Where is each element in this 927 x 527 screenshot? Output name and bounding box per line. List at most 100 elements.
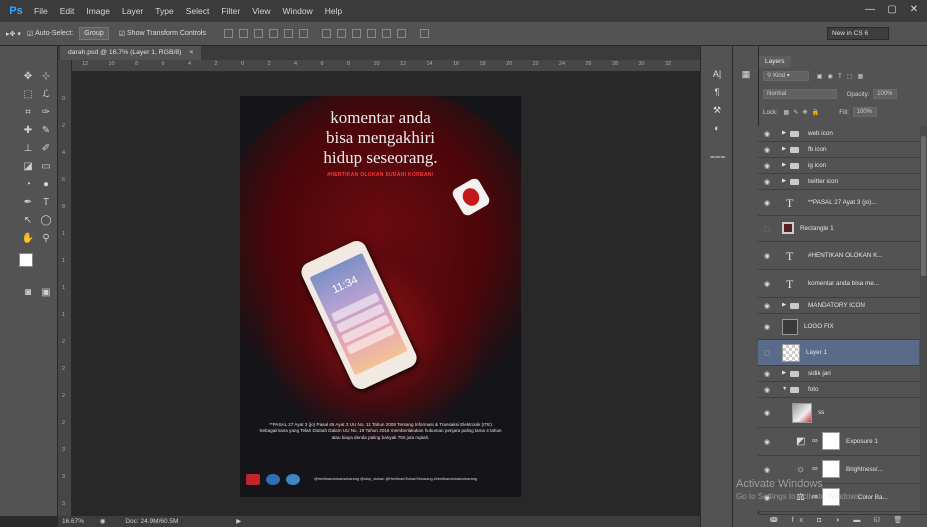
layer-row[interactable]: ◉ ▶ web icon bbox=[758, 126, 919, 142]
menu-edit[interactable]: Edit bbox=[60, 6, 75, 16]
menu-help[interactable]: Help bbox=[325, 6, 342, 16]
layer-row[interactable]: ◉ ▶ twitter icon bbox=[758, 174, 919, 190]
dodge-tool-icon[interactable]: ● bbox=[38, 178, 54, 192]
layer-row[interactable]: ◉ T komentar anda bisa me... bbox=[758, 270, 919, 298]
path-selection-tool-icon[interactable]: ↖ bbox=[20, 214, 36, 228]
layer-row[interactable]: ◉ ▶ ig icon bbox=[758, 158, 919, 174]
hand-tool-icon[interactable]: ✋ bbox=[20, 232, 36, 246]
blend-mode-dropdown[interactable]: Normal bbox=[763, 89, 837, 100]
menu-view[interactable]: View bbox=[252, 6, 270, 16]
brush-tool-icon[interactable]: ✎ bbox=[38, 124, 54, 138]
layer-row[interactable]: ◉ T **PASAL 27 Ayat 3 (jo)... bbox=[758, 190, 919, 216]
menu-image[interactable]: Image bbox=[86, 6, 110, 16]
filter-icons[interactable]: ▣◉T⬚▦ bbox=[817, 73, 869, 80]
menu-type[interactable]: Type bbox=[155, 6, 173, 16]
history-panel-icon[interactable]: ▦ bbox=[739, 68, 753, 80]
layer-row-selected[interactable]: ▢ Layer 1 bbox=[758, 340, 919, 366]
document-tab[interactable]: darah.psd @ 16.7% (Layer 1, RGB/8) × bbox=[60, 46, 202, 60]
eye-icon[interactable]: ◉ bbox=[762, 162, 772, 170]
pen-tool-icon[interactable]: ✒ bbox=[20, 196, 36, 210]
expand-arrow-icon[interactable]: ▶ bbox=[782, 162, 786, 168]
quick-mask-icon[interactable]: ◙ bbox=[20, 286, 36, 300]
layers-scrollbar[interactable] bbox=[920, 126, 927, 516]
layer-row[interactable]: ◉ ◩ ∞ Exposure 1 bbox=[758, 428, 919, 456]
collapse-arrow-icon[interactable]: ▼ bbox=[782, 386, 787, 392]
align-vcenter-icon[interactable] bbox=[239, 29, 248, 38]
filter-kind-dropdown[interactable]: ⚲ Kind ▾ bbox=[763, 71, 809, 82]
layers-footer-icons[interactable]: ↈ fx ◘ ◑ ▬ ◱ 🗑 bbox=[770, 516, 908, 525]
eye-icon[interactable]: ◉ bbox=[762, 438, 772, 446]
lock-icons[interactable]: ▦✎✥🔒 bbox=[784, 109, 824, 116]
align-hcenter-icon[interactable] bbox=[284, 29, 293, 38]
eye-icon[interactable]: ◉ bbox=[762, 386, 772, 394]
screen-mode-icon[interactable]: ▣ bbox=[38, 286, 54, 300]
zoom-tool-icon[interactable]: ⚲ bbox=[38, 232, 54, 246]
align-bottom-icon[interactable] bbox=[254, 29, 263, 38]
eye-hidden-icon[interactable]: ▢ bbox=[762, 225, 772, 233]
expand-arrow-icon[interactable]: ▶ bbox=[782, 178, 786, 184]
menu-file[interactable]: File bbox=[34, 6, 48, 16]
menu-filter[interactable]: Filter bbox=[221, 6, 240, 16]
type-tool-icon[interactable]: T bbox=[38, 196, 54, 210]
eye-icon[interactable]: ◉ bbox=[762, 323, 772, 331]
layer-row[interactable]: ▢ Rectangle 1 bbox=[758, 216, 919, 242]
gradient-tool-icon[interactable]: ▭ bbox=[38, 160, 54, 174]
character-panel-icon[interactable]: A| bbox=[710, 68, 724, 80]
blur-tool-icon[interactable]: ◔ bbox=[20, 178, 36, 192]
distribute-vcenter-icon[interactable] bbox=[337, 29, 346, 38]
menu-window[interactable]: Window bbox=[282, 6, 312, 16]
foreground-color-swatch[interactable] bbox=[19, 253, 33, 267]
adjustments-panel-icon[interactable]: ⩶ bbox=[710, 150, 725, 162]
eye-icon[interactable]: ◉ bbox=[762, 466, 772, 474]
move-tool-icon[interactable]: ✥ bbox=[20, 70, 36, 84]
crop-tool-icon[interactable]: ⌗ bbox=[20, 106, 36, 120]
layer-row[interactable]: ◉ ▶ fb icon bbox=[758, 142, 919, 158]
minimize-button[interactable]: — bbox=[861, 3, 879, 17]
close-tab-icon[interactable]: × bbox=[189, 49, 193, 56]
opacity-input[interactable]: 100% bbox=[873, 89, 898, 100]
expand-arrow-icon[interactable]: ▶ bbox=[782, 370, 786, 376]
eye-icon[interactable]: ◉ bbox=[762, 199, 772, 207]
eye-hidden-icon[interactable]: ▢ bbox=[762, 349, 772, 357]
status-icon[interactable]: ◉ bbox=[100, 518, 106, 525]
eraser-tool-icon[interactable]: ◪ bbox=[20, 160, 36, 174]
fill-input[interactable]: 100% bbox=[852, 107, 877, 118]
eye-icon[interactable]: ◉ bbox=[762, 302, 772, 310]
auto-select-dropdown[interactable]: Group bbox=[79, 27, 109, 40]
expand-arrow-icon[interactable]: ▶ bbox=[782, 130, 786, 136]
auto-align-icon[interactable] bbox=[420, 29, 429, 38]
menu-select[interactable]: Select bbox=[186, 6, 210, 16]
eye-icon[interactable]: ◉ bbox=[762, 146, 772, 154]
align-right-icon[interactable] bbox=[299, 29, 308, 38]
distribute-bottom-icon[interactable] bbox=[352, 29, 361, 38]
marquee-tool-icon[interactable]: ⬚ bbox=[20, 88, 36, 102]
expand-arrow-icon[interactable]: ▶ bbox=[782, 302, 786, 308]
workspace-switcher[interactable]: New in CS 6 bbox=[827, 27, 889, 40]
expand-arrow-icon[interactable]: ▶ bbox=[782, 146, 786, 152]
move-tool-icon[interactable]: ▸✥ ▾ bbox=[6, 30, 21, 38]
history-brush-tool-icon[interactable]: ✐ bbox=[38, 142, 54, 156]
layers-tab[interactable]: Layers bbox=[759, 56, 791, 68]
zoom-level[interactable]: 16.67% bbox=[62, 518, 84, 525]
layer-row[interactable]: ◉ ss bbox=[758, 398, 919, 428]
tool-presets-icon[interactable]: ⚒ bbox=[710, 104, 724, 116]
distribute-left-icon[interactable] bbox=[367, 29, 376, 38]
distribute-hcenter-icon[interactable] bbox=[382, 29, 391, 38]
eye-icon[interactable]: ◉ bbox=[762, 370, 772, 378]
layer-row[interactable]: ◉ ▶ sidik jari bbox=[758, 366, 919, 382]
status-menu-arrow-icon[interactable]: ▶ bbox=[236, 518, 241, 525]
clone-stamp-tool-icon[interactable]: ⊥ bbox=[20, 142, 36, 156]
layer-row[interactable]: ◉ LOGO FIX bbox=[758, 314, 919, 340]
align-left-icon[interactable] bbox=[269, 29, 278, 38]
eye-icon[interactable]: ◉ bbox=[762, 409, 772, 417]
artboard-tool-icon[interactable]: ⊹ bbox=[38, 70, 54, 84]
distribute-right-icon[interactable] bbox=[397, 29, 406, 38]
show-transform-checkbox[interactable]: ☑ bbox=[119, 30, 125, 38]
paragraph-panel-icon[interactable]: ¶ bbox=[710, 86, 724, 98]
layer-row[interactable]: ◉ ▼ foto bbox=[758, 382, 919, 398]
close-button[interactable]: ✕ bbox=[905, 3, 923, 17]
color-panel-icon[interactable]: ◐ bbox=[710, 122, 724, 134]
eye-icon[interactable]: ◉ bbox=[762, 130, 772, 138]
healing-tool-icon[interactable]: ✚ bbox=[20, 124, 36, 138]
eye-icon[interactable]: ◉ bbox=[762, 280, 772, 288]
